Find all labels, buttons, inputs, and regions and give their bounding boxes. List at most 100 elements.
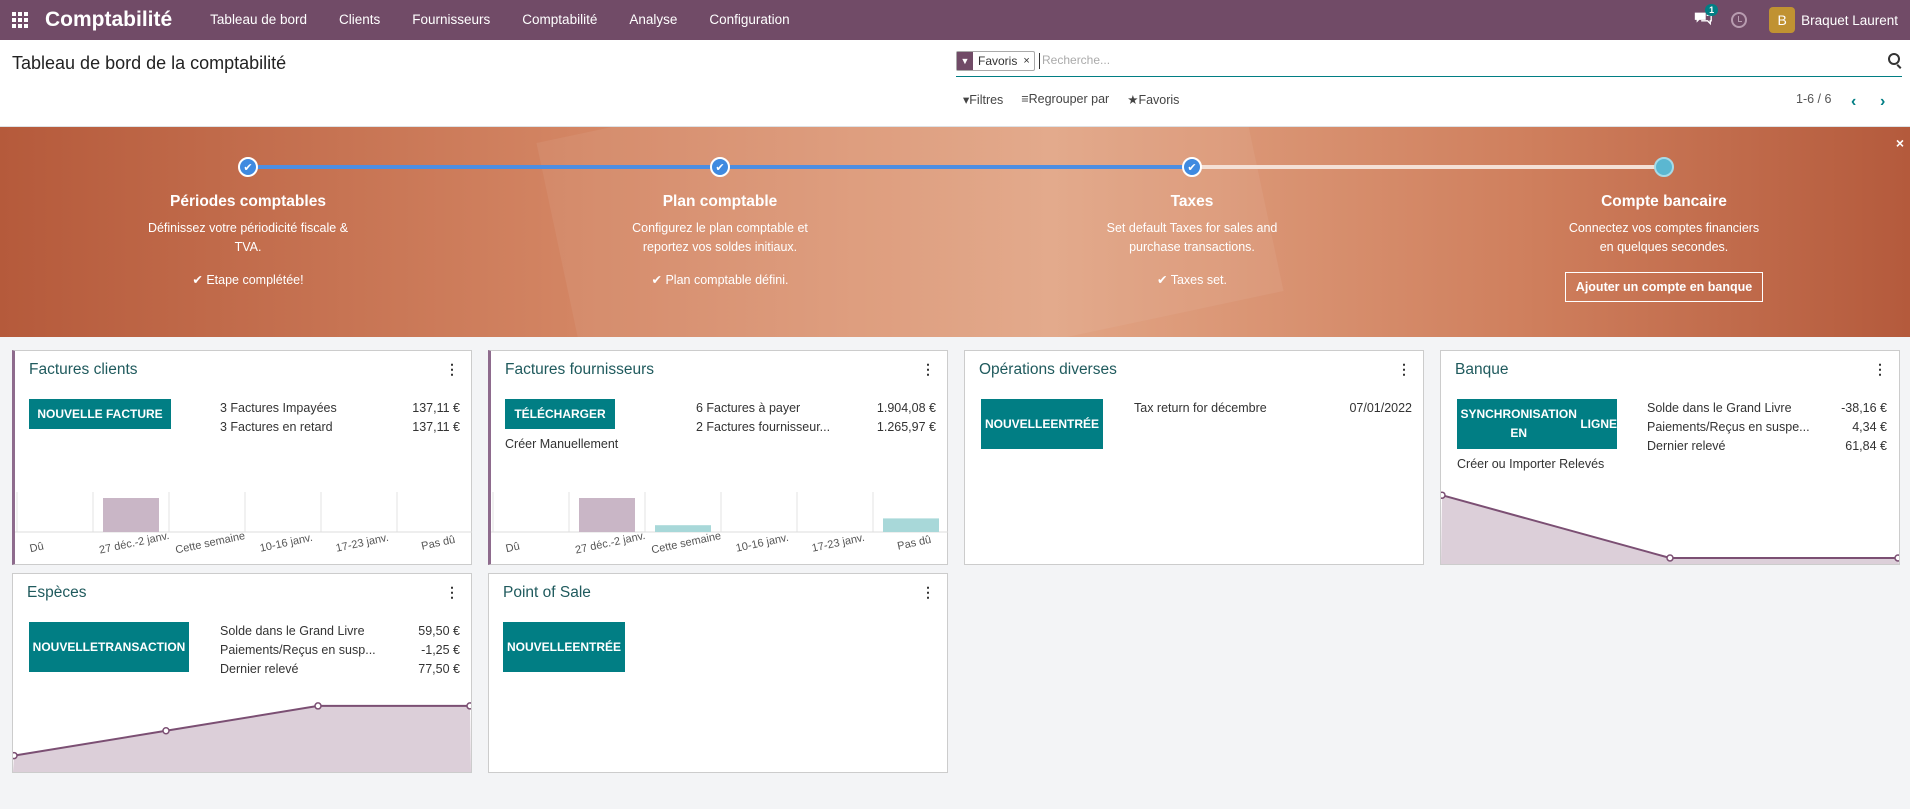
menu-vendors[interactable]: Fournisseurs: [396, 0, 506, 40]
purchase-bar-chart[interactable]: Dû 27 déc.-2 janv. Cette semaine 10-16 janv…: [491, 474, 948, 564]
menu-configuration[interactable]: Configuration: [693, 0, 805, 40]
kebab-menu-icon[interactable]: ⋮: [445, 584, 459, 601]
card-title[interactable]: Factures fournisseurs: [505, 361, 654, 379]
button-line: TRANSACTION: [98, 639, 186, 654]
row-value: 1.904,08 €: [876, 401, 936, 415]
list-item: Solde dans le Grand Livre -38,16 €: [1647, 401, 1887, 415]
kebab-menu-icon[interactable]: ⋮: [1873, 361, 1887, 378]
tick-label: 17-23 janv.: [335, 532, 390, 555]
progress-line-todo: [1192, 165, 1664, 169]
card-title[interactable]: Factures clients: [29, 361, 138, 379]
row-label[interactable]: 6 Factures à payer: [696, 401, 800, 415]
list-item: Dernier relevé 61,84 €: [1647, 439, 1887, 453]
list-item: 6 Factures à payer 1.904,08 €: [696, 401, 936, 415]
row-value: 137,11 €: [412, 401, 460, 415]
filter-icon: ▼: [957, 52, 973, 70]
favorites-label: Favoris: [1138, 93, 1180, 107]
step-desc-line: Set default Taxes for sales and: [1106, 221, 1278, 235]
filters-toggle[interactable]: ▾Filtres: [963, 92, 1003, 107]
step-status: ✔ Plan comptable défini.: [651, 273, 789, 287]
button-line: NOUVELLE: [984, 416, 1051, 431]
user-name[interactable]: Braquet Laurent: [1801, 13, 1898, 28]
step-status: ✔ Taxes set.: [1157, 273, 1227, 287]
search-icon[interactable]: [1888, 53, 1900, 65]
card-title[interactable]: Espèces: [27, 584, 86, 602]
kebab-menu-icon[interactable]: ⋮: [921, 361, 935, 378]
close-banner-icon[interactable]: ×: [1896, 135, 1904, 151]
chart-point: [314, 702, 322, 710]
menu-accounting[interactable]: Comptabilité: [506, 0, 613, 40]
facet-label: Favoris: [978, 54, 1018, 68]
row-label[interactable]: 3 Factures Impayées: [220, 401, 337, 415]
app-brand[interactable]: Comptabilité: [45, 8, 172, 32]
kebab-menu-icon[interactable]: ⋮: [445, 361, 459, 378]
user-avatar[interactable]: B: [1769, 7, 1796, 33]
list-item: Paiements/Reçus en suspe... 4,34 €: [1647, 420, 1887, 434]
tick-label: 27 déc.-2 janv.: [574, 530, 646, 557]
row-label[interactable]: Solde dans le Grand Livre: [1647, 401, 1792, 415]
new-entry-button[interactable]: NOUVELLE ENTRÉE: [503, 622, 625, 672]
row-value: 4,34 €: [1852, 420, 1887, 434]
menu-reporting[interactable]: Analyse: [613, 0, 693, 40]
step-title[interactable]: Compte bancaire: [1549, 193, 1779, 211]
cash-balance-chart[interactable]: [13, 692, 471, 772]
row-value: 61,84 €: [1845, 439, 1887, 453]
pager-previous-icon[interactable]: ‹: [1851, 93, 1856, 111]
step-chart-of-accounts: Plan comptable Configurez le plan compta…: [605, 193, 835, 287]
new-transaction-button[interactable]: NOUVELLE TRANSACTION: [29, 622, 189, 672]
menu-customers[interactable]: Clients: [323, 0, 396, 40]
row-label[interactable]: Paiements/Reçus en suspe...: [1647, 420, 1810, 434]
step-bank-account: Compte bancaire Connectez vos comptes fi…: [1549, 193, 1779, 302]
online-sync-button[interactable]: SYNCHRONISATION EN LIGNE: [1457, 399, 1617, 449]
control-panel: Tableau de bord de la comptabilité ▼ Fav…: [0, 40, 1910, 127]
step-title[interactable]: Plan comptable: [605, 193, 835, 211]
step-desc-line: reportez vos soldes initiaux.: [642, 240, 798, 254]
messaging-icon[interactable]: 1: [1693, 4, 1719, 31]
row-label[interactable]: Paiements/Reçus en susp...: [220, 643, 376, 657]
pager-value[interactable]: 1-6 / 6: [1796, 92, 1831, 106]
kebab-menu-icon[interactable]: ⋮: [1397, 361, 1411, 378]
pager-next-icon[interactable]: ›: [1880, 93, 1885, 111]
chart-point: [1894, 554, 1899, 562]
chart-point: [1441, 491, 1446, 499]
step-desc-line: Définissez votre périodicité fiscale &: [147, 221, 349, 235]
group-by-toggle[interactable]: ≡Regrouper par: [1021, 92, 1109, 107]
list-icon: ≡: [1021, 92, 1029, 106]
row-label[interactable]: Dernier relevé: [220, 662, 299, 676]
button-line: LIGNE: [1580, 416, 1617, 431]
card-title[interactable]: Point of Sale: [503, 584, 591, 602]
row-label[interactable]: Solde dans le Grand Livre: [220, 624, 365, 638]
step-title[interactable]: Périodes comptables: [133, 193, 363, 211]
card-title[interactable]: Banque: [1455, 361, 1508, 379]
row-value: -1,25 €: [421, 643, 460, 657]
step-desc-line: purchase transactions.: [1129, 240, 1255, 254]
card-title[interactable]: Opérations diverses: [979, 361, 1117, 379]
row-label[interactable]: Dernier relevé: [1647, 439, 1726, 453]
row-label[interactable]: Tax return for décembre: [1134, 401, 1267, 415]
sales-bar-chart[interactable]: Dû 27 déc.-2 janv. Cette semaine 10-16 janv…: [15, 474, 472, 564]
create-manually-link[interactable]: Créer Manuellement: [505, 437, 618, 451]
journal-card-sales: Factures clients ⋮ NOUVELLE FACTURE 3 Fa…: [12, 350, 472, 565]
row-label[interactable]: 3 Factures en retard: [220, 420, 333, 434]
step-description: Connectez vos comptes financiers en quelq…: [1549, 219, 1779, 257]
favorites-toggle[interactable]: ★Favoris: [1127, 92, 1179, 107]
page-title: Tableau de bord de la comptabilité: [12, 53, 287, 73]
row-label[interactable]: 2 Factures fournisseur...: [696, 420, 830, 434]
kebab-menu-icon[interactable]: ⋮: [921, 584, 935, 601]
import-statements-link[interactable]: Créer ou Importer Relevés: [1457, 457, 1604, 471]
step-description: Définissez votre périodicité fiscale & TV…: [133, 219, 363, 257]
activity-clock-icon[interactable]: [1731, 12, 1748, 28]
step-done-icon: ✔: [238, 157, 258, 177]
upload-button[interactable]: TÉLÉCHARGER: [505, 399, 615, 429]
app-menu-icon[interactable]: [0, 0, 40, 40]
new-entry-button[interactable]: NOUVELLE ENTRÉE: [981, 399, 1103, 449]
new-invoice-button[interactable]: NOUVELLE FACTURE: [29, 399, 171, 429]
bank-balance-chart[interactable]: [1441, 489, 1899, 564]
menu-dashboard[interactable]: Tableau de bord: [194, 0, 323, 40]
step-title[interactable]: Taxes: [1077, 193, 1307, 211]
row-value: 59,50 €: [418, 624, 460, 638]
search-input[interactable]: Recherche...: [1039, 53, 1110, 69]
facet-remove-icon[interactable]: ×: [1023, 55, 1033, 67]
add-bank-account-button[interactable]: Ajouter un compte en banque: [1564, 272, 1764, 302]
search-bar: ▼ Favoris × Recherche...: [956, 50, 1902, 77]
